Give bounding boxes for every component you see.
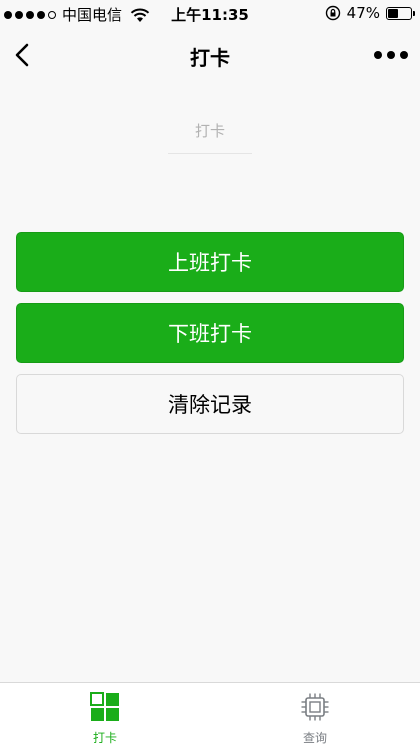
- page-title: 打卡: [190, 46, 230, 70]
- punch-status-label: 打卡: [194, 122, 225, 140]
- screen: 中国电信 上午11:35 47% 打卡 打卡 上班打卡 下班打卡 清除记录 打卡…: [0, 0, 420, 746]
- battery-percentage: 47%: [346, 4, 380, 22]
- tab-punch[interactable]: 打卡: [0, 683, 210, 746]
- tab-label: 查询: [302, 731, 327, 745]
- tab-bar: 打卡 查询: [0, 682, 420, 746]
- grid-icon: [90, 692, 119, 721]
- punch-divider: [168, 153, 252, 154]
- tab-label: 打卡: [92, 731, 117, 745]
- navigation-bar: 打卡: [0, 28, 420, 82]
- clear-records-button[interactable]: 清除记录: [16, 374, 404, 434]
- clock-in-button[interactable]: 上班打卡: [16, 232, 404, 292]
- rotation-lock-icon: [325, 5, 340, 21]
- status-right: 47%: [325, 4, 415, 22]
- chip-icon: [301, 693, 329, 721]
- clock-out-button[interactable]: 下班打卡: [16, 303, 404, 363]
- battery-icon: [386, 6, 415, 20]
- status-bar: 中国电信 上午11:35 47%: [0, 0, 420, 28]
- more-options-icon[interactable]: [374, 50, 408, 60]
- tab-query[interactable]: 查询: [210, 683, 420, 746]
